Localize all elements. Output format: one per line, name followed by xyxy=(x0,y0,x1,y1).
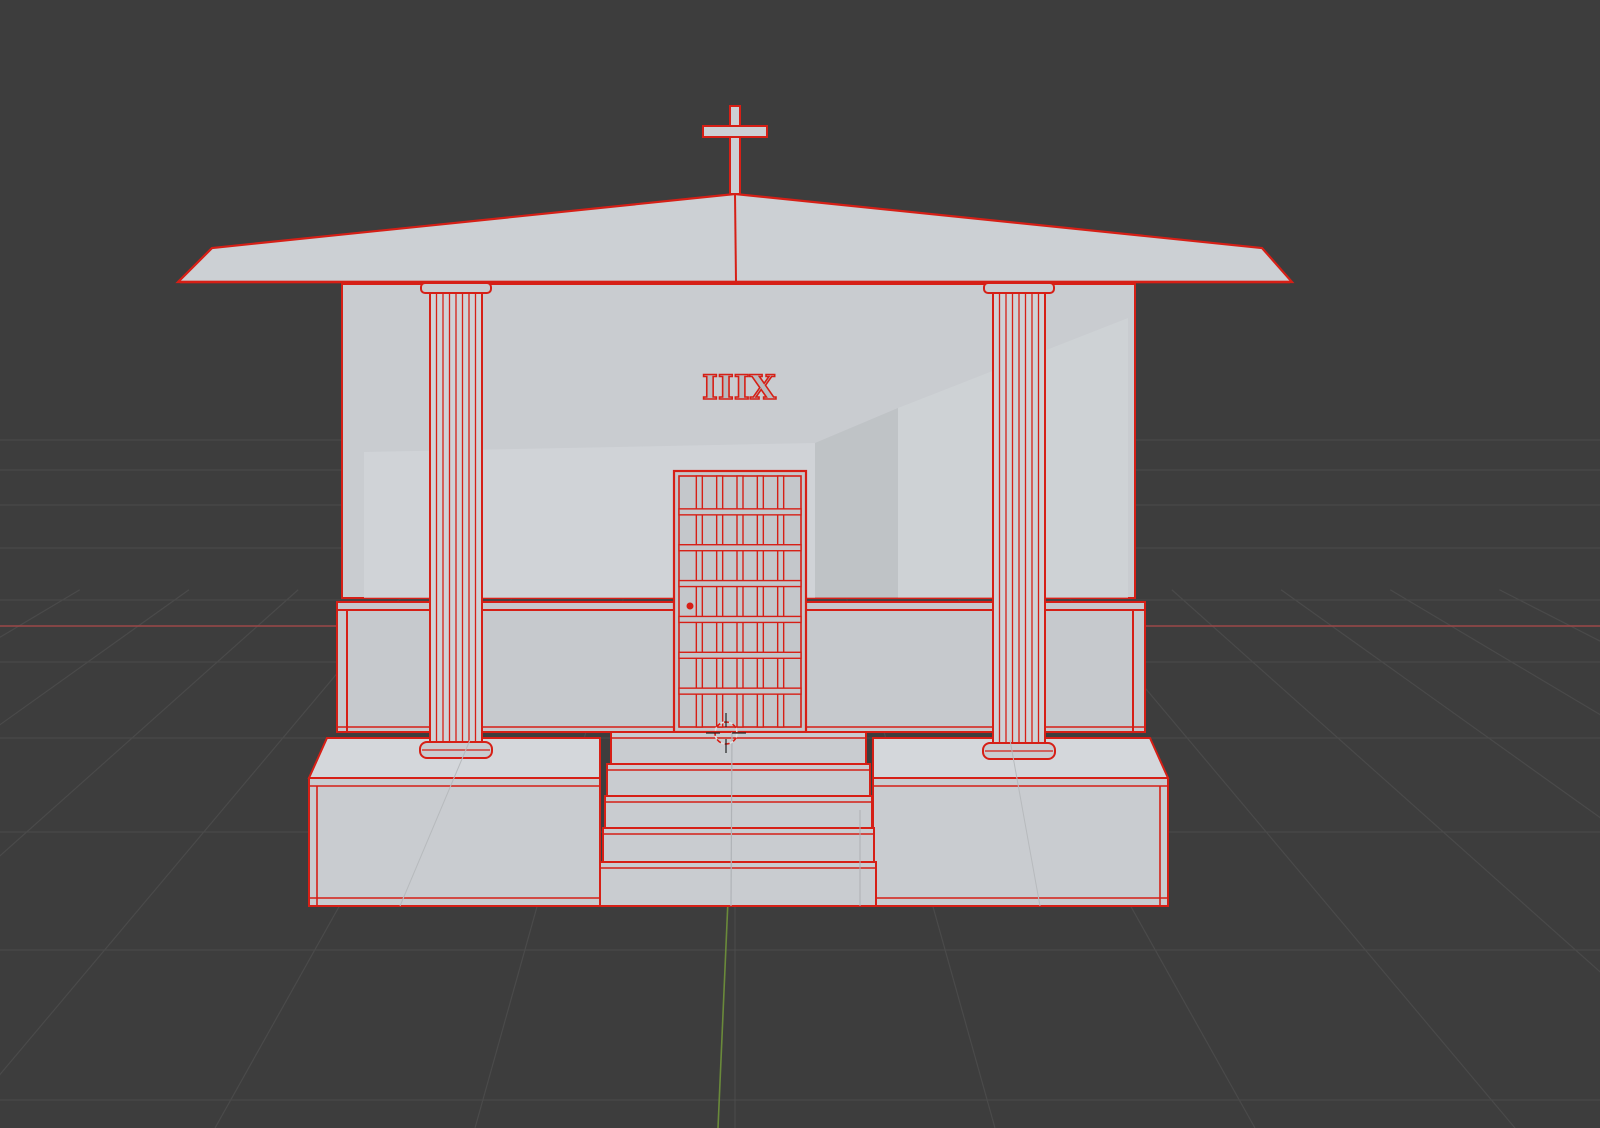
3d-viewport[interactable]: IIIX xyxy=(0,0,1600,1128)
front-stairs[interactable] xyxy=(599,731,877,907)
roof[interactable] xyxy=(175,192,1295,284)
barred-door[interactable] xyxy=(672,469,808,734)
column-left[interactable] xyxy=(419,282,493,759)
column-right[interactable] xyxy=(982,282,1056,760)
base-left[interactable] xyxy=(307,737,601,907)
cross-icon[interactable] xyxy=(702,105,768,195)
viewport-canvas[interactable]: IIIX xyxy=(0,0,1600,1128)
y-axis-line xyxy=(717,899,729,1128)
inscription-text: IIIX xyxy=(702,368,777,408)
mausoleum-model[interactable]: IIIX xyxy=(175,105,1295,907)
base-right[interactable] xyxy=(872,737,1170,907)
